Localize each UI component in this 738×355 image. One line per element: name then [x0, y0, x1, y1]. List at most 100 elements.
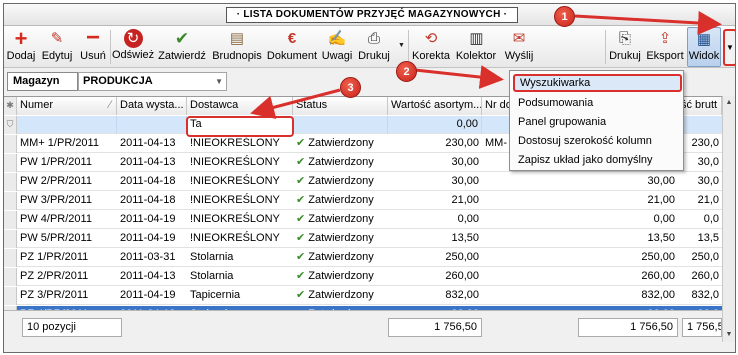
correction-icon: ⟲: [424, 30, 438, 47]
scroll-up-icon[interactable]: ▲: [723, 96, 735, 110]
menu-item-podsumowania[interactable]: Podsumowania: [513, 94, 682, 112]
approve-button[interactable]: ✔ Zatwierdź: [156, 26, 208, 68]
value-2-cell: 30,00: [574, 173, 678, 191]
table-row[interactable]: PW 2/PR/2011 2011-04-18 !NIEOKREŚLONY ✔ Zat…: [4, 173, 722, 191]
supplier-cell: !NIEOKREŚLONY: [187, 192, 293, 210]
date-cell-text: 2011-03-31: [120, 251, 176, 263]
row-gutter: [4, 173, 17, 191]
collector-button[interactable]: ▥ Kolektor: [454, 26, 498, 68]
doc-number-cell-text: MM-: [485, 137, 507, 149]
filter-cell[interactable]: [117, 116, 187, 134]
status-cell: ✔ Zatwierdzony: [293, 211, 388, 229]
table-row[interactable]: PZ 2/PR/2011 2011-04-13 Stolarnia ✔ Zatwier…: [4, 268, 722, 286]
draft-button[interactable]: ▤ Brudnopis: [210, 26, 264, 68]
status-cell: ✔ Zatwierdzony: [293, 268, 388, 286]
numer-cell-text: PW 2/PR/2011: [20, 175, 92, 187]
wartosc-filter-value[interactable]: 0,00: [388, 116, 482, 134]
refresh-button[interactable]: ↻ Odśwież: [112, 26, 154, 68]
menu-item-zapisz-uklad[interactable]: Zapisz układ jako domyślny: [513, 151, 682, 169]
menu-item-panel-grupowania[interactable]: Panel grupowania: [513, 113, 682, 131]
table-row[interactable]: PW 3/PR/2011 2011-04-18 !NIEOKREŚLONY ✔ Zat…: [4, 192, 722, 210]
filter-input-highlight: [186, 116, 294, 137]
value-cell: 30,00: [388, 173, 482, 191]
value-2-cell-text: 0,00: [653, 213, 675, 225]
status-cell-text: Zatwierdzony: [308, 213, 374, 225]
gross-value-cell: 0,0: [678, 211, 722, 229]
app-window: · LISTA DOKUMENTÓW PRZYJĘĆ MAGAZYNOWYCH …: [3, 3, 736, 353]
supplier-cell-text: !NIEOKREŚLONY: [190, 175, 280, 187]
printer-icon: ⎙: [367, 30, 380, 47]
numer-cell-text: PW 4/PR/2011: [20, 213, 92, 225]
filter-funnel-icon[interactable]: ⛉: [4, 116, 17, 134]
value-2-cell-text: 13,50: [647, 232, 675, 244]
doc-number-cell: [482, 287, 574, 305]
export-button[interactable]: ⇪ Eksport: [645, 26, 685, 68]
document-button[interactable]: € Dokument: [266, 26, 318, 68]
column-header-numer[interactable]: Numer ⁄: [17, 97, 117, 115]
edit-button[interactable]: ✎ Edytuj: [38, 26, 76, 68]
table-row[interactable]: PW 4/PR/2011 2011-04-19 !NIEOKREŚLONY ✔ Zat…: [4, 211, 722, 229]
value-2-cell: 21,00: [574, 192, 678, 210]
gross-value-cell-text: 260,0: [691, 270, 719, 282]
scroll-down-icon[interactable]: ▼: [723, 328, 735, 342]
print-button[interactable]: ⎙ Drukuj: [356, 26, 392, 68]
notes-button[interactable]: ✍ Uwagi: [320, 26, 354, 68]
column-header-status[interactable]: Status: [293, 97, 388, 115]
numer-cell: PW 3/PR/2011: [17, 192, 117, 210]
supplier-cell-text: !NIEOKREŚLONY: [190, 213, 280, 225]
numer-cell: PW 1/PR/2011: [17, 154, 117, 172]
column-header-wartosc[interactable]: Wartość asortym...: [388, 97, 482, 115]
callout-1: 1: [554, 6, 575, 27]
approved-status-icon: ✔: [296, 251, 309, 263]
date-cell: 2011-04-18: [117, 192, 187, 210]
numer-cell-text: PW 1/PR/2011: [20, 156, 92, 168]
numer-cell-text: MM+ 1/PR/2011: [20, 137, 99, 149]
status-cell: ✔ Zatwierdzony: [293, 173, 388, 191]
status-cell-text: Zatwierdzony: [308, 270, 374, 282]
plus-icon: +: [14, 26, 28, 51]
status-cell: ✔ Zatwierdzony: [293, 135, 388, 153]
filter-cell[interactable]: [17, 116, 117, 134]
view-dropdown-menu: Wyszukiwarka Podsumowania Panel grupowan…: [509, 70, 684, 171]
numer-cell: PW 5/PR/2011: [17, 230, 117, 248]
print-list-button[interactable]: ⎘ Drukuj: [607, 26, 643, 68]
delete-button[interactable]: − Usuń: [78, 26, 108, 68]
print-dropdown-chevron-icon[interactable]: ▼: [398, 42, 405, 49]
menu-item-wyszukiwarka[interactable]: Wyszukiwarka: [513, 74, 682, 92]
supplier-cell: !NIEOKREŚLONY: [187, 211, 293, 229]
doc-number-cell: [482, 211, 574, 229]
menu-item-dostosuj-szerokosc[interactable]: Dostosuj szerokość kolumn: [513, 132, 682, 150]
approved-status-icon: ✔: [296, 213, 309, 225]
table-row[interactable]: PZ 1/PR/2011 2011-03-31 Stolarnia ✔ Zatwier…: [4, 249, 722, 267]
supplier-cell-text: !NIEOKREŚLONY: [190, 232, 280, 244]
value-2-cell-text: 250,00: [641, 251, 675, 263]
value-2-cell-text: 260,00: [641, 270, 675, 282]
correction-button[interactable]: ⟲ Korekta: [410, 26, 452, 68]
toolbar-more-button[interactable]: ▼: [723, 29, 735, 66]
date-cell: 2011-04-19: [117, 211, 187, 229]
gross-value-cell: 250,0: [678, 249, 722, 267]
send-button[interactable]: ✉ Wyślij: [500, 26, 538, 68]
toolbar-separator: [110, 30, 111, 64]
column-header-data[interactable]: Data wysta...: [117, 97, 187, 115]
vertical-scrollbar[interactable]: ▲ ▼: [722, 96, 735, 342]
supplier-cell: !NIEOKREŚLONY: [187, 154, 293, 172]
toolbar: + Dodaj ✎ Edytuj − Usuń ↻ Odśwież ✔ Zatw…: [4, 26, 735, 68]
numer-cell-text: PW 3/PR/2011: [20, 194, 92, 206]
row-gutter: [4, 154, 17, 172]
table-row[interactable]: PZ 3/PR/2011 2011-04-19 Tapicernia ✔ Zatwie…: [4, 287, 722, 305]
column-header-dostawca[interactable]: Dostawca: [187, 97, 293, 115]
value-cell-text: 0,00: [457, 213, 479, 225]
numer-cell-text: PZ 1/PR/2011: [20, 251, 89, 263]
numer-cell: MM+ 1/PR/2011: [17, 135, 117, 153]
value-cell-text: 30,00: [451, 156, 479, 168]
add-button[interactable]: + Dodaj: [6, 26, 36, 68]
table-row[interactable]: PW 5/PR/2011 2011-04-19 !NIEOKREŚLONY ✔ Zat…: [4, 230, 722, 248]
warehouse-select[interactable]: PRODUKCJA ▼: [78, 72, 227, 91]
column-header-wartosc-brutto[interactable]: ść brutt: [678, 97, 722, 115]
date-cell-text: 2011-04-18: [120, 194, 176, 206]
filter-cell[interactable]: [293, 116, 388, 134]
settings-asterisk-icon[interactable]: ✱: [4, 97, 17, 115]
approved-status-icon: ✔: [296, 175, 309, 187]
view-button[interactable]: ▦ Widok: [687, 27, 721, 67]
